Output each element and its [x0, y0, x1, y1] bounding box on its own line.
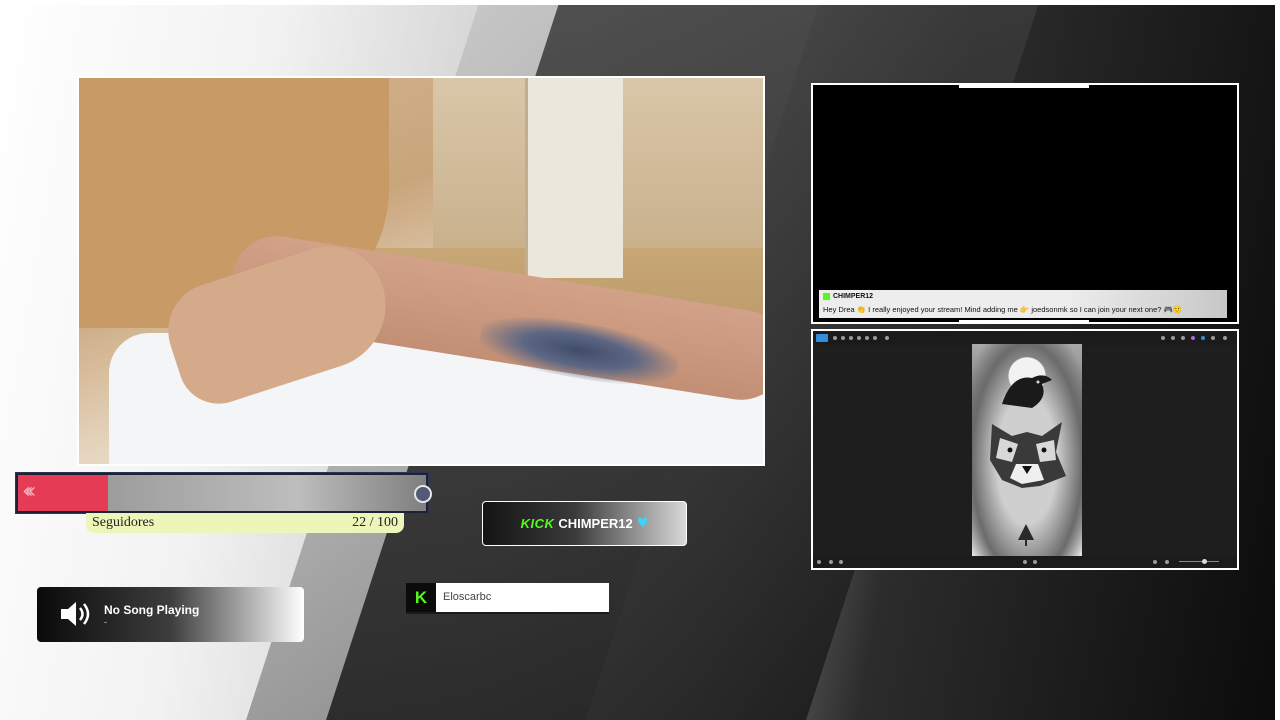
chevrons-icon: ‹‹‹: [22, 479, 37, 504]
image-viewer-window: [811, 329, 1239, 570]
chat-username-text: CHIMPER12: [833, 293, 874, 300]
chat-box-top-accent: [959, 83, 1089, 88]
viewer-status-icon[interactable]: [1165, 560, 1169, 564]
camera-background-door: [525, 78, 623, 278]
kick-badge-icon: [823, 293, 830, 300]
chat-box-bottom-accent: [959, 320, 1089, 324]
viewer-tool-icon[interactable]: [833, 336, 837, 340]
song-artist: -: [104, 617, 107, 627]
followers-goal-label: Seguidores 22 / 100: [86, 513, 404, 533]
viewer-tool-icon[interactable]: [885, 336, 889, 340]
zoom-slider-handle[interactable]: [1202, 559, 1207, 564]
viewer-status-icon[interactable]: [1033, 560, 1037, 564]
viewer-status-icon[interactable]: [839, 560, 843, 564]
viewer-tool-icon[interactable]: [841, 336, 845, 340]
viewer-tool-icon[interactable]: [1161, 336, 1165, 340]
progress-track: [106, 475, 426, 511]
overlay-frame-right: [1275, 0, 1280, 720]
zoom-slider[interactable]: [1179, 561, 1219, 562]
viewer-tool-icon[interactable]: [1223, 336, 1227, 340]
followers-progress-bar: ‹‹‹: [15, 472, 432, 514]
speaker-icon: [61, 602, 90, 626]
heart-icon: ♥: [636, 516, 649, 531]
crow-illustration: [1002, 375, 1052, 408]
chat-username: CHIMPER12: [823, 293, 873, 300]
viewer-tool-icon[interactable]: [1191, 336, 1195, 340]
progress-fill: [18, 475, 108, 511]
viewer-tool-icon[interactable]: [1211, 336, 1215, 340]
camera-feed: [77, 76, 765, 466]
viewer-tool-icon[interactable]: [873, 336, 877, 340]
latest-follower-name: Eloscarbc: [443, 591, 492, 603]
viewer-tool-icon[interactable]: [849, 336, 853, 340]
followers-goal-title: Seguidores: [92, 515, 155, 530]
kick-brand: KICK: [520, 516, 555, 531]
followers-goal-count: 22 / 100: [352, 515, 398, 530]
viewer-toolbar: [813, 331, 1237, 345]
latest-follower-widget: K Eloscarbc: [406, 583, 609, 614]
kick-channel-badge: KICK CHIMPER12 ♥: [482, 501, 687, 546]
kick-logo-icon: K: [406, 583, 436, 612]
chat-message-text: Hey Drea 👏 I really enjoyed your stream!…: [823, 305, 1183, 314]
viewer-play-icon[interactable]: [1023, 560, 1027, 564]
viewer-status-bar: [813, 556, 1237, 568]
tree-illustration: [1018, 524, 1034, 546]
viewer-status-icon[interactable]: [829, 560, 833, 564]
kick-channel-name: CHIMPER12: [558, 516, 633, 531]
viewer-tool-icon[interactable]: [1171, 336, 1175, 340]
viewer-status-icon[interactable]: [817, 560, 821, 564]
viewer-status-icon[interactable]: [1153, 560, 1157, 564]
chat-message: CHIMPER12 Hey Drea 👏 I really enjoyed yo…: [819, 290, 1227, 318]
viewer-tool-icon[interactable]: [857, 336, 861, 340]
progress-end-cap-icon: [414, 485, 432, 503]
viewer-tool-icon[interactable]: [865, 336, 869, 340]
wolf-illustration: [990, 422, 1066, 488]
viewer-tool-icon[interactable]: [1201, 336, 1205, 340]
overlay-frame-top: [0, 0, 1280, 5]
now-playing-widget: No Song Playing -: [37, 587, 304, 642]
tattoo-design-image: [972, 344, 1082, 556]
viewer-tool-icon[interactable]: [1181, 336, 1185, 340]
song-title: No Song Playing: [104, 603, 200, 617]
chat-box: CHIMPER12 Hey Drea 👏 I really enjoyed yo…: [811, 83, 1239, 324]
viewer-view-button[interactable]: [816, 334, 828, 342]
